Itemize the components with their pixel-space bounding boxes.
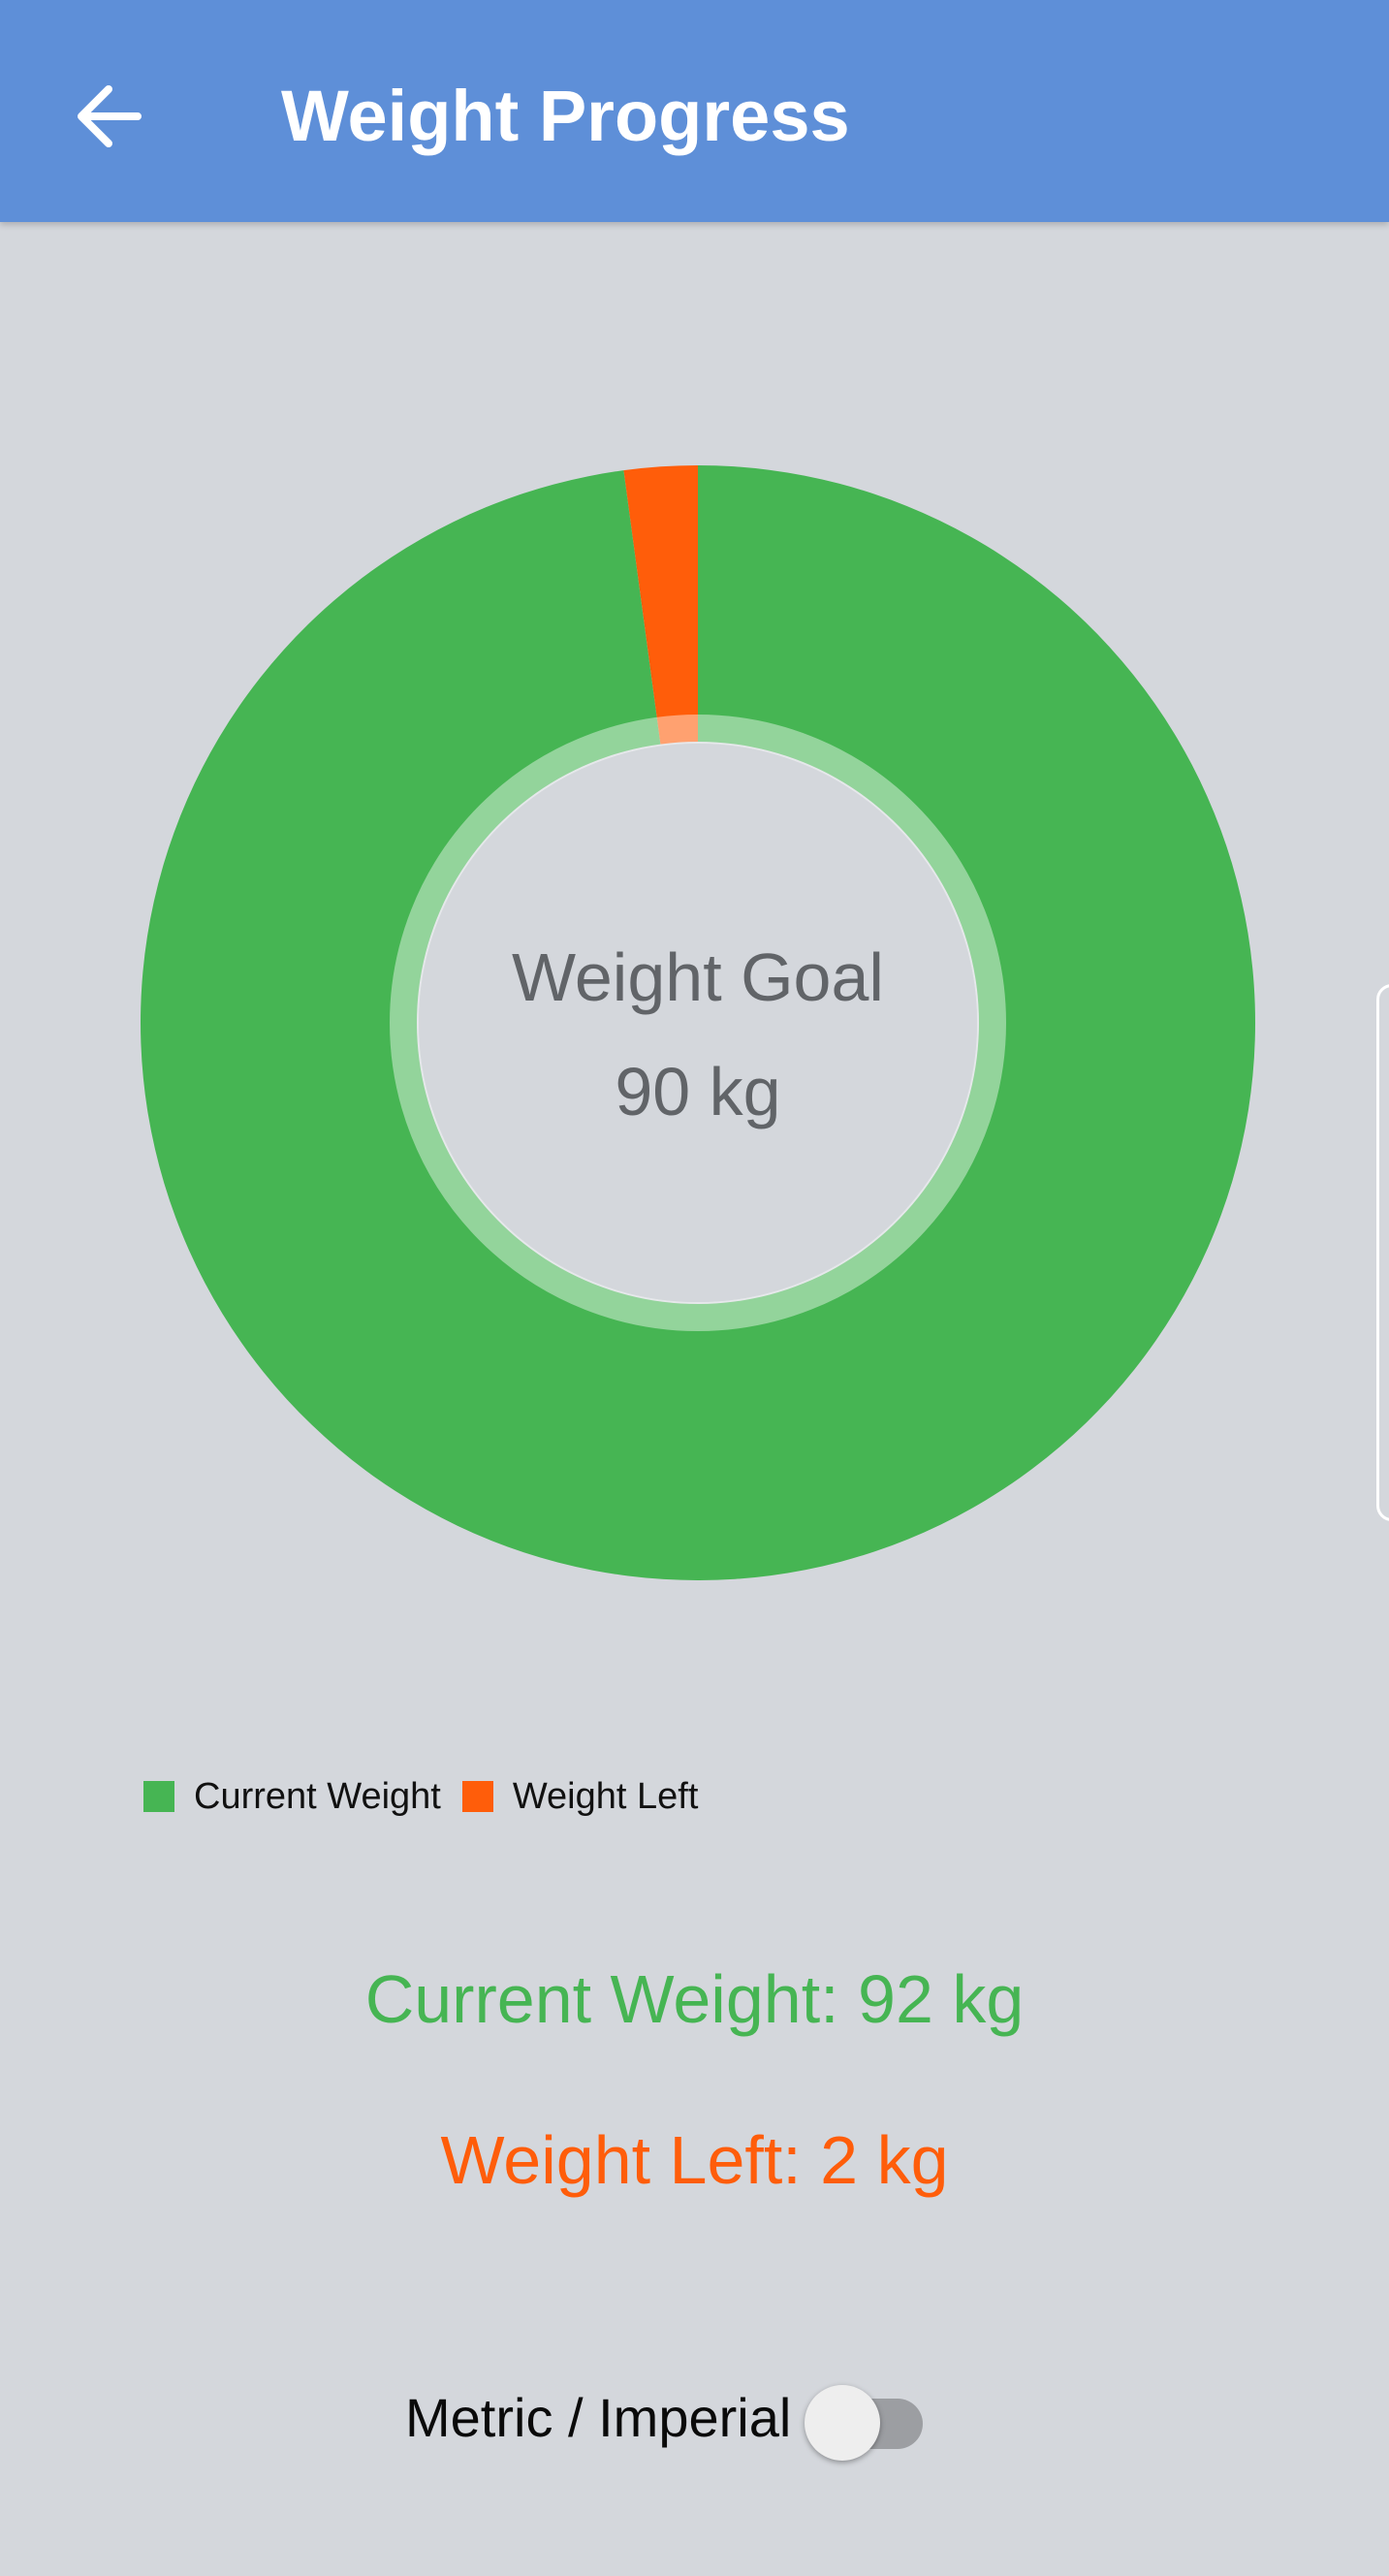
legend-swatch-weight-left (461, 1781, 493, 1812)
donut-chart-svg (141, 465, 1255, 1580)
unit-toggle-row: Metric / Imperial (405, 2373, 931, 2461)
edge-panel-handle[interactable] (1376, 984, 1389, 1521)
legend-swatch-current-weight (143, 1781, 174, 1812)
legend-label-current-weight: Current Weight (194, 1775, 441, 1817)
app-bar: Weight Progress (0, 0, 1389, 222)
arrow-back-icon (78, 85, 142, 147)
current-weight-text: Current Weight: 92 kg (364, 1961, 1025, 2037)
chart-center-title: Weight Goal (512, 939, 884, 1015)
donut-center-hole (419, 744, 977, 1302)
switch-thumb (805, 2385, 881, 2461)
unit-toggle-label: Metric / Imperial (405, 2386, 792, 2448)
legend-label-weight-left: Weight Left (512, 1775, 699, 1817)
page-title: Weight Progress (281, 76, 850, 156)
unit-toggle-switch[interactable] (805, 2373, 931, 2461)
chart-legend: Current Weight Weight Left (143, 1772, 719, 1821)
chart-center-value: 90 kg (615, 1054, 781, 1129)
weight-left-text: Weight Left: 2 kg (440, 2122, 949, 2198)
back-button[interactable] (62, 70, 155, 163)
weight-donut-chart: Weight Goal 90 kg (141, 465, 1255, 1580)
